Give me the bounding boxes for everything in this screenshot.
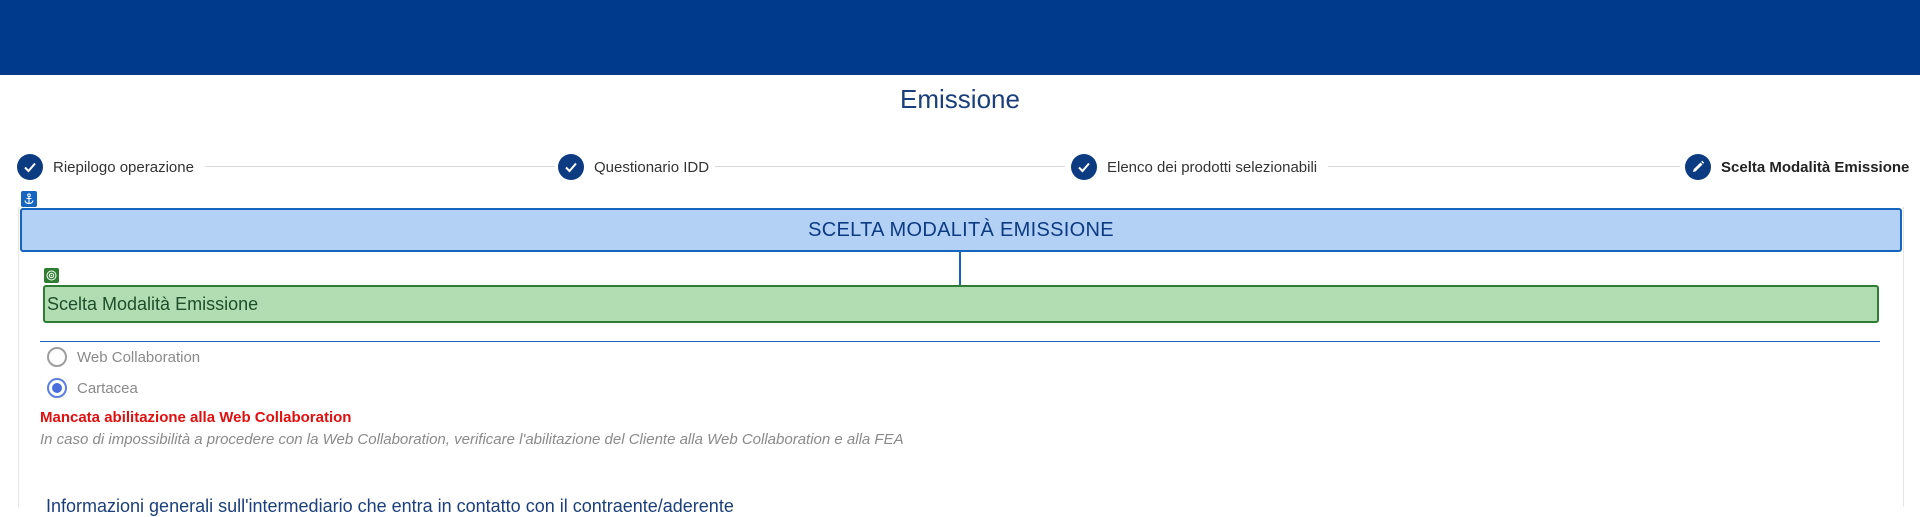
next-section-title: Informazioni generali sull'intermediario… bbox=[46, 496, 734, 516]
check-icon bbox=[558, 154, 584, 180]
top-header-bar bbox=[0, 0, 1920, 75]
pencil-icon bbox=[1685, 154, 1711, 180]
radio-option-cartacea[interactable]: Cartacea bbox=[47, 378, 138, 398]
stepper-connector bbox=[1328, 166, 1680, 167]
radio-button[interactable] bbox=[47, 378, 67, 398]
step-questionario-idd[interactable]: Questionario IDD bbox=[558, 153, 709, 181]
radio-label: Web Collaboration bbox=[77, 348, 201, 366]
stepper-connector bbox=[205, 166, 555, 167]
step-label: Elenco dei prodotti selezionabili bbox=[1107, 158, 1318, 176]
check-icon bbox=[17, 154, 43, 180]
divider bbox=[40, 341, 1880, 342]
section-connector bbox=[959, 251, 961, 286]
info-note: In caso di impossibilità a procedere con… bbox=[40, 431, 904, 448]
page-title: Emissione bbox=[900, 84, 1020, 114]
step-scelta-modalita-emissione[interactable]: Scelta Modalità Emissione bbox=[1685, 153, 1909, 181]
warning-message: Mancata abilitazione alla Web Collaborat… bbox=[40, 409, 352, 426]
group-header: Scelta Modalità Emissione bbox=[43, 285, 1879, 323]
step-label: Scelta Modalità Emissione bbox=[1721, 158, 1910, 176]
step-label: Riepilogo operazione bbox=[53, 158, 194, 176]
radio-label: Cartacea bbox=[77, 379, 138, 397]
radio-button[interactable] bbox=[47, 347, 67, 367]
step-riepilogo-operazione[interactable]: Riepilogo operazione bbox=[17, 153, 194, 181]
section-header: SCELTA MODALITÀ EMISSIONE bbox=[20, 208, 1902, 252]
step-label: Questionario IDD bbox=[594, 158, 710, 176]
step-elenco-prodotti[interactable]: Elenco dei prodotti selezionabili bbox=[1071, 153, 1317, 181]
radio-selected-dot bbox=[52, 383, 62, 393]
content-panel bbox=[18, 207, 1904, 507]
check-icon bbox=[1071, 154, 1097, 180]
target-icon bbox=[44, 268, 59, 283]
anchor-icon bbox=[21, 191, 37, 207]
radio-option-web-collaboration[interactable]: Web Collaboration bbox=[47, 347, 200, 367]
stepper-connector bbox=[715, 166, 1065, 167]
